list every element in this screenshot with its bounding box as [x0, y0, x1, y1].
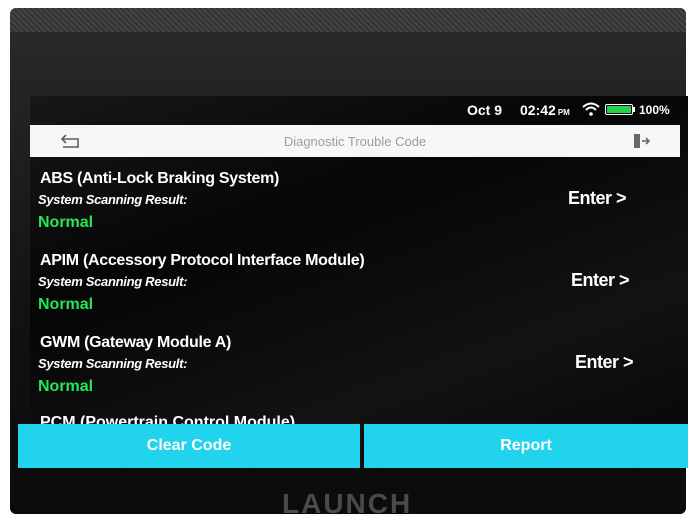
status-time: 02:42 PM: [520, 102, 570, 118]
clear-code-button[interactable]: Clear Code: [18, 424, 360, 468]
scan-result-status: Normal: [38, 214, 94, 231]
title-bar: Diagnostic Trouble Code: [30, 125, 680, 157]
system-row-pcm-partial[interactable]: PCM (Powertrain Control Module): [40, 414, 295, 424]
battery-level-fill: [607, 106, 631, 113]
system-row-apim: APIM (Accessory Protocol Interface Modul…: [30, 248, 688, 330]
system-name: APIM (Accessory Protocol Interface Modul…: [40, 252, 365, 269]
battery-percent: 100%: [639, 103, 670, 117]
scan-result-label: System Scanning Result:: [38, 274, 188, 289]
action-bar: Clear Code Report: [18, 424, 688, 468]
status-time-value: 02:42: [520, 102, 556, 118]
bezel-texture: [10, 8, 686, 32]
status-date: Oct 9: [467, 102, 503, 118]
device-screen: Oct 9 02:42 PM 100% Diagnostic Trouble Co…: [30, 96, 688, 468]
status-ampm: PM: [557, 108, 570, 117]
battery-icon: [605, 104, 633, 115]
enter-button-gwm[interactable]: Enter >: [575, 352, 634, 373]
page-title: Diagnostic Trouble Code: [283, 134, 427, 149]
system-name: ABS (Anti-Lock Braking System): [40, 170, 280, 187]
exit-icon[interactable]: [632, 133, 650, 149]
brand-logo: LAUNCH: [282, 488, 413, 519]
wifi-icon: [582, 102, 600, 116]
status-bar: Oct 9 02:42 PM 100%: [30, 96, 688, 122]
scan-result-status: Normal: [38, 296, 94, 313]
system-row-abs: ABS (Anti-Lock Braking System) System Sc…: [30, 166, 688, 248]
battery-cap: [633, 107, 635, 112]
scan-result-label: System Scanning Result:: [38, 356, 188, 371]
enter-button-apim[interactable]: Enter >: [571, 270, 630, 291]
system-list: ABS (Anti-Lock Braking System) System Sc…: [30, 166, 688, 424]
enter-button-abs[interactable]: Enter >: [568, 188, 627, 209]
scan-result-status: Normal: [38, 378, 94, 395]
system-row-gwm: GWM (Gateway Module A) System Scanning R…: [30, 330, 688, 412]
scan-result-label: System Scanning Result:: [38, 192, 188, 207]
system-name: GWM (Gateway Module A): [40, 334, 232, 351]
report-button[interactable]: Report: [364, 424, 688, 468]
